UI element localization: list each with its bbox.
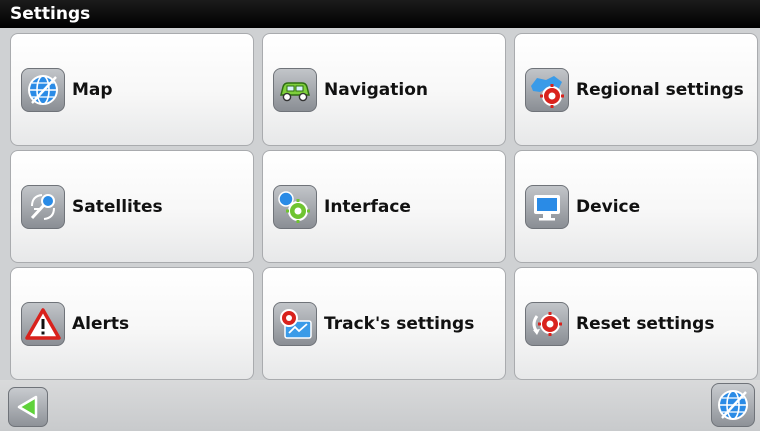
tile-label: Alerts (72, 313, 130, 334)
navigation-settings-button[interactable]: Navigation (262, 33, 506, 146)
reset-gear-icon (525, 301, 569, 346)
back-arrow-icon (17, 395, 38, 419)
reset-settings-button[interactable]: Reset settings (514, 267, 758, 380)
tile-label: Device (576, 196, 641, 217)
page-title: Settings (10, 4, 91, 24)
tile-label: Satellites (72, 196, 163, 217)
bottom-toolbar (0, 380, 760, 431)
regional-gear-icon (525, 67, 569, 112)
monitor-icon (525, 184, 569, 229)
map-button[interactable] (711, 383, 755, 427)
tile-label: Reset settings (576, 313, 715, 334)
settings-grid: Map Navigation Regional settings Satelli… (0, 28, 760, 380)
tile-label: Regional settings (576, 79, 744, 100)
car-icon (273, 67, 317, 112)
satellite-icon (21, 184, 65, 229)
interface-gear-icon (273, 184, 317, 229)
globe-icon (21, 67, 65, 112)
satellites-settings-button[interactable]: Satellites (10, 150, 254, 263)
track-gear-icon (273, 301, 317, 346)
globe-icon (718, 390, 748, 420)
tile-label: Navigation (324, 79, 428, 100)
warning-icon (21, 301, 65, 346)
tile-label: Track's settings (324, 313, 475, 334)
regional-settings-button[interactable]: Regional settings (514, 33, 758, 146)
tile-label: Map (72, 79, 113, 100)
title-bar: Settings (0, 0, 760, 28)
back-button[interactable] (8, 387, 48, 427)
alerts-settings-button[interactable]: Alerts (10, 267, 254, 380)
map-settings-button[interactable]: Map (10, 33, 254, 146)
device-settings-button[interactable]: Device (514, 150, 758, 263)
tile-label: Interface (324, 196, 411, 217)
interface-settings-button[interactable]: Interface (262, 150, 506, 263)
tracks-settings-button[interactable]: Track's settings (262, 267, 506, 380)
